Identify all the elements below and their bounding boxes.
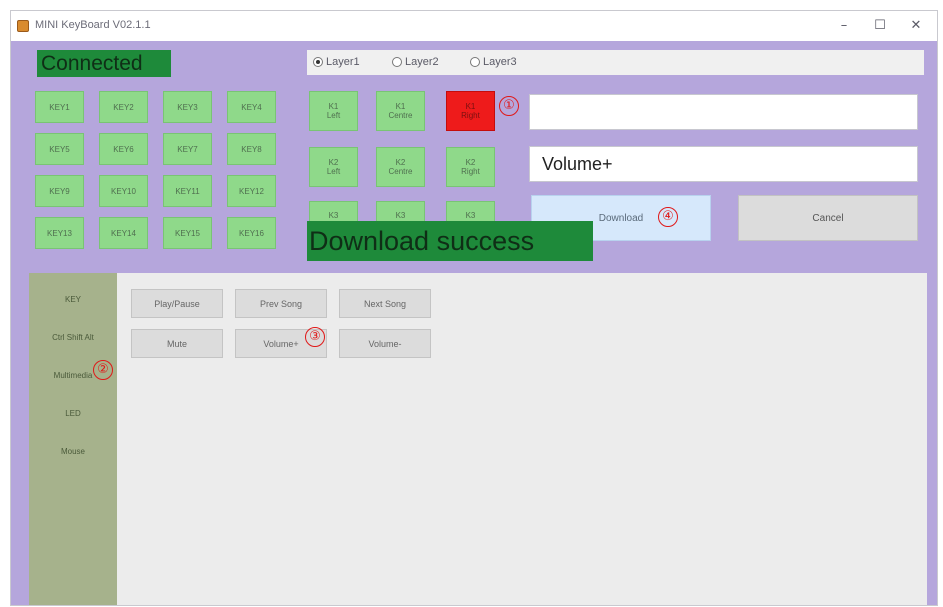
maximize-button[interactable]: ☐: [869, 16, 891, 36]
key-button-6[interactable]: KEY6: [99, 133, 148, 165]
key-button-13[interactable]: KEY13: [35, 217, 84, 249]
radio-checked-icon: [313, 57, 323, 67]
download-status: Download success: [307, 221, 593, 261]
knob-label: K1 Right: [461, 102, 480, 120]
step-marker-4: ④: [658, 207, 678, 227]
sidebar-item-modifiers[interactable]: Ctrl Shift Alt: [29, 333, 117, 342]
key-button-12[interactable]: KEY12: [227, 175, 276, 207]
key-combo-display[interactable]: [529, 94, 918, 130]
mute-button[interactable]: Mute: [131, 329, 223, 358]
knob-label: K2 Centre: [388, 158, 413, 176]
key-button-10[interactable]: KEY10: [99, 175, 148, 207]
connection-status: Connected: [37, 50, 171, 77]
layer3-radio[interactable]: Layer3: [470, 56, 517, 68]
knob-label: K2 Right: [461, 158, 480, 176]
knob-label: K1 Centre: [388, 102, 413, 120]
close-button[interactable]: ✕: [905, 16, 927, 36]
key-button-9[interactable]: KEY9: [35, 175, 84, 207]
function-panel: Play/Pause Prev Song Next Song Mute Volu…: [117, 273, 927, 605]
knob1-centre-button[interactable]: K1 Centre: [376, 91, 425, 131]
function-value-field[interactable]: Volume+: [529, 146, 918, 182]
knob2-right-button[interactable]: K2 Right: [446, 147, 495, 187]
minimize-button[interactable]: –: [833, 16, 855, 36]
knob2-centre-button[interactable]: K2 Centre: [376, 147, 425, 187]
layer2-label: Layer2: [405, 56, 439, 68]
app-icon: [17, 20, 29, 32]
cancel-button[interactable]: Cancel: [738, 195, 918, 241]
layer-selector: Layer1 Layer2 Layer3: [307, 50, 924, 75]
step-marker-1: ①: [499, 96, 519, 116]
key-button-8[interactable]: KEY8: [227, 133, 276, 165]
play-pause-button[interactable]: Play/Pause: [131, 289, 223, 318]
prev-song-button[interactable]: Prev Song: [235, 289, 327, 318]
key-button-7[interactable]: KEY7: [163, 133, 212, 165]
key-button-14[interactable]: KEY14: [99, 217, 148, 249]
title-bar: MINI KeyBoard V02.1.1 – ☐ ✕: [11, 11, 937, 41]
volume-down-button[interactable]: Volume-: [339, 329, 431, 358]
layer2-radio[interactable]: Layer2: [392, 56, 439, 68]
step-marker-3: ③: [305, 327, 325, 347]
category-sidebar: KEY Ctrl Shift Alt Multimedia LED Mouse: [29, 273, 117, 605]
next-song-button[interactable]: Next Song: [339, 289, 431, 318]
knob-label: K3: [465, 210, 476, 220]
key-button-4[interactable]: KEY4: [227, 91, 276, 123]
knob1-right-button[interactable]: K1 Right: [446, 91, 495, 131]
layer1-radio[interactable]: Layer1: [313, 56, 360, 68]
key-button-15[interactable]: KEY15: [163, 217, 212, 249]
key-button-11[interactable]: KEY11: [163, 175, 212, 207]
key-button-5[interactable]: KEY5: [35, 133, 84, 165]
key-button-2[interactable]: KEY2: [99, 91, 148, 123]
layer3-label: Layer3: [483, 56, 517, 68]
key-button-3[interactable]: KEY3: [163, 91, 212, 123]
sidebar-item-mouse[interactable]: Mouse: [29, 447, 117, 456]
knob-label: K1 Left: [326, 102, 341, 120]
window-title: MINI KeyBoard V02.1.1: [35, 19, 151, 31]
key-button-16[interactable]: KEY16: [227, 217, 276, 249]
layer1-label: Layer1: [326, 56, 360, 68]
knob-label: K3: [328, 210, 339, 220]
radio-unchecked-icon: [392, 57, 402, 67]
sidebar-item-led[interactable]: LED: [29, 409, 117, 418]
knob-label: K3: [395, 210, 406, 220]
app-window: MINI KeyBoard V02.1.1 – ☐ ✕ Connected La…: [10, 10, 938, 606]
radio-unchecked-icon: [470, 57, 480, 67]
knob1-left-button[interactable]: K1 Left: [309, 91, 358, 131]
key-button-1[interactable]: KEY1: [35, 91, 84, 123]
knob2-left-button[interactable]: K2 Left: [309, 147, 358, 187]
step-marker-2: ②: [93, 360, 113, 380]
knob-label: K2 Left: [326, 158, 341, 176]
sidebar-item-key[interactable]: KEY: [29, 295, 117, 304]
